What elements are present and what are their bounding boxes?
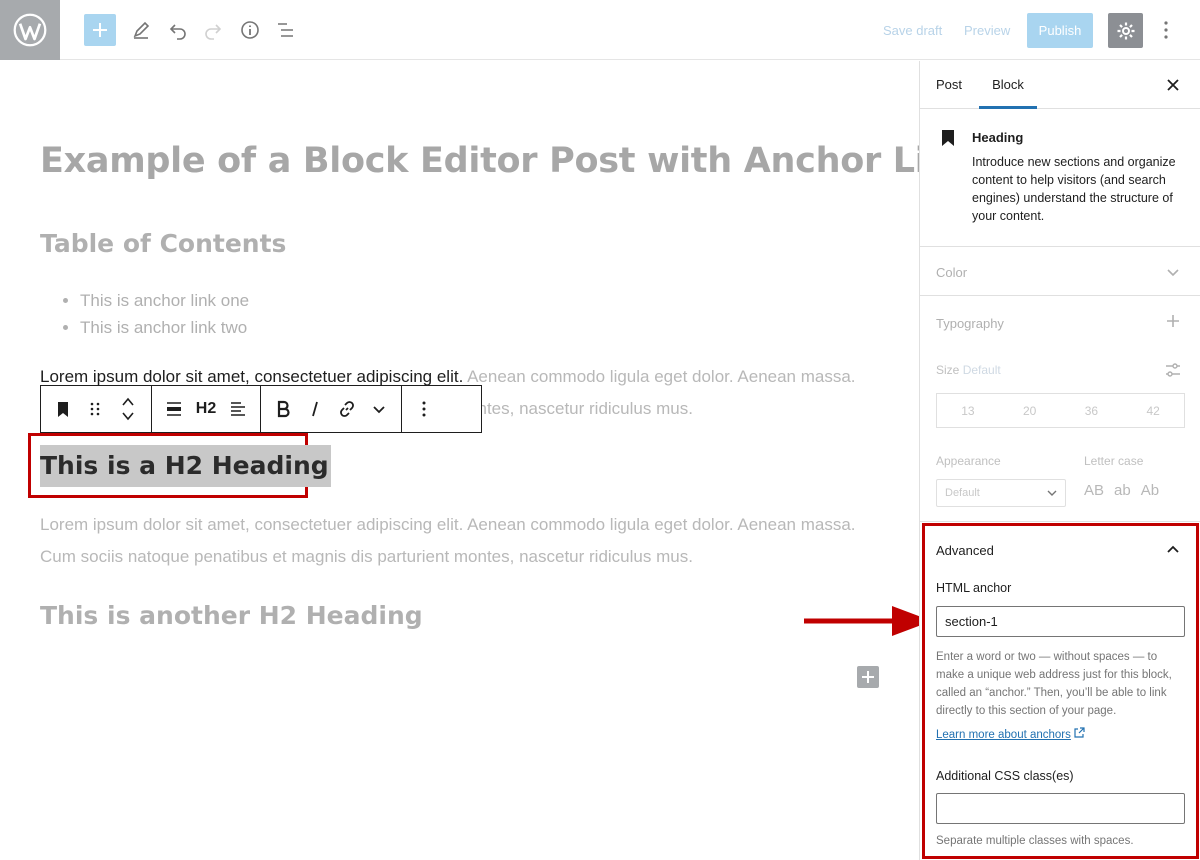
block-toolbar-group-options bbox=[402, 386, 446, 432]
panel-advanced-title[interactable]: Advanced bbox=[936, 543, 994, 558]
tab-post[interactable]: Post bbox=[936, 61, 962, 109]
bookmark-heading-icon[interactable] bbox=[47, 386, 79, 432]
more-formats-chevron-down-icon[interactable] bbox=[363, 386, 395, 432]
letter-case-options: AB ab Ab bbox=[1084, 482, 1159, 499]
more-options-icon[interactable] bbox=[1156, 20, 1176, 40]
editor-top-bar: Save draft Preview Publish bbox=[0, 0, 1200, 60]
editor-canvas: Example of a Block Editor Post with Anch… bbox=[0, 61, 995, 860]
chevron-down-icon bbox=[1163, 262, 1183, 282]
html-anchor-input[interactable] bbox=[936, 606, 1185, 637]
chevron-up-icon[interactable] bbox=[1163, 540, 1183, 560]
panel-color[interactable]: Color bbox=[920, 247, 1200, 296]
text-align-icon[interactable] bbox=[222, 386, 254, 432]
undo-icon[interactable] bbox=[162, 14, 194, 46]
custom-size-settings-icon[interactable] bbox=[1163, 360, 1183, 380]
list-view-icon[interactable] bbox=[270, 14, 302, 46]
appearance-value: Default bbox=[945, 487, 980, 499]
size-option[interactable]: 42 bbox=[1122, 394, 1184, 427]
save-draft-button[interactable]: Save draft bbox=[883, 23, 942, 38]
sidebar-tabs: Post Block bbox=[920, 61, 1200, 109]
block-card-title: Heading bbox=[972, 130, 1024, 145]
list-item[interactable]: This is anchor link one bbox=[80, 287, 249, 314]
html-anchor-label: HTML anchor bbox=[936, 581, 1012, 595]
bookmark-heading-icon bbox=[942, 130, 954, 146]
size-value: Default bbox=[962, 363, 1001, 377]
settings-sidebar: Post Block Heading Introduce new section… bbox=[919, 61, 1200, 860]
plus-icon[interactable] bbox=[1163, 311, 1183, 331]
heading-level-button[interactable]: H2 bbox=[190, 386, 222, 432]
learn-more-anchors-link[interactable]: Learn more about anchors bbox=[936, 727, 1085, 741]
link-icon[interactable] bbox=[331, 386, 363, 432]
size-option[interactable]: 13 bbox=[937, 394, 999, 427]
learn-more-text: Learn more about anchors bbox=[936, 729, 1071, 741]
align-wide-icon[interactable] bbox=[158, 386, 190, 432]
block-card-description: Introduce new sections and organize cont… bbox=[972, 155, 1176, 223]
bold-icon[interactable] bbox=[267, 386, 299, 432]
html-anchor-help: Enter a word or two — without spaces — t… bbox=[936, 651, 1172, 717]
paragraph-block[interactable]: Lorem ipsum dolor sit amet, consectetuer… bbox=[40, 509, 880, 573]
toc-heading[interactable]: Table of Contents bbox=[40, 229, 286, 258]
appearance-label: Appearance bbox=[936, 454, 1001, 468]
move-up-icon[interactable] bbox=[120, 395, 136, 409]
block-options-icon[interactable] bbox=[408, 386, 440, 432]
block-toolbar: H2 bbox=[40, 385, 482, 433]
selected-heading-block[interactable]: This is a H2 Heading bbox=[40, 445, 331, 487]
italic-icon[interactable] bbox=[299, 386, 331, 432]
letter-case-label: Letter case bbox=[1084, 454, 1144, 468]
redo-icon[interactable] bbox=[197, 14, 229, 46]
wordpress-logo-icon[interactable] bbox=[0, 0, 60, 60]
block-toolbar-group-block: H2 bbox=[152, 386, 261, 432]
tools-pencil-icon[interactable] bbox=[125, 14, 157, 46]
move-down-icon[interactable] bbox=[120, 409, 136, 423]
additional-css-input[interactable] bbox=[936, 793, 1185, 824]
chevron-down-icon bbox=[1047, 490, 1057, 496]
additional-css-help: Separate multiple classes with spaces. bbox=[936, 835, 1134, 847]
annotation-arrow-icon bbox=[804, 606, 932, 636]
lowercase-button[interactable]: ab bbox=[1114, 482, 1131, 499]
toc-list: This is anchor link one This is anchor l… bbox=[80, 287, 249, 341]
block-toolbar-group-format bbox=[261, 386, 402, 432]
block-mover bbox=[111, 386, 145, 432]
panel-title: Color bbox=[936, 265, 968, 280]
heading-block[interactable]: This is another H2 Heading bbox=[40, 601, 423, 630]
size-option[interactable]: 20 bbox=[999, 394, 1061, 427]
add-block-icon[interactable] bbox=[84, 14, 116, 46]
info-icon[interactable] bbox=[234, 14, 266, 46]
size-option[interactable]: 36 bbox=[1061, 394, 1123, 427]
publish-button[interactable]: Publish bbox=[1027, 13, 1093, 48]
capitalize-button[interactable]: Ab bbox=[1141, 482, 1159, 499]
additional-css-label: Additional CSS class(es) bbox=[936, 769, 1074, 783]
block-toolbar-group-parent bbox=[41, 386, 152, 432]
list-item[interactable]: This is anchor link two bbox=[80, 314, 249, 341]
close-icon[interactable] bbox=[1163, 75, 1183, 95]
inline-add-block-icon[interactable] bbox=[857, 666, 879, 688]
panel-title[interactable]: Typography bbox=[936, 316, 1004, 331]
paragraph-active-text: Lorem ipsum dolor sit amet, consectetuer… bbox=[40, 367, 464, 386]
font-size-picker: 13 20 36 42 bbox=[936, 393, 1185, 428]
size-label-text: Size bbox=[936, 363, 960, 377]
tab-block[interactable]: Block bbox=[979, 61, 1037, 109]
uppercase-button[interactable]: AB bbox=[1084, 482, 1104, 499]
block-card: Heading Introduce new sections and organ… bbox=[920, 109, 1200, 247]
preview-button[interactable]: Preview bbox=[964, 23, 1010, 38]
external-link-icon bbox=[1074, 727, 1085, 738]
font-size-label: Size Default bbox=[936, 363, 1001, 377]
settings-gear-icon[interactable] bbox=[1108, 13, 1143, 48]
drag-handle-icon[interactable] bbox=[79, 386, 111, 432]
post-title[interactable]: Example of a Block Editor Post with Anch… bbox=[40, 141, 995, 181]
appearance-select[interactable]: Default bbox=[936, 479, 1066, 507]
